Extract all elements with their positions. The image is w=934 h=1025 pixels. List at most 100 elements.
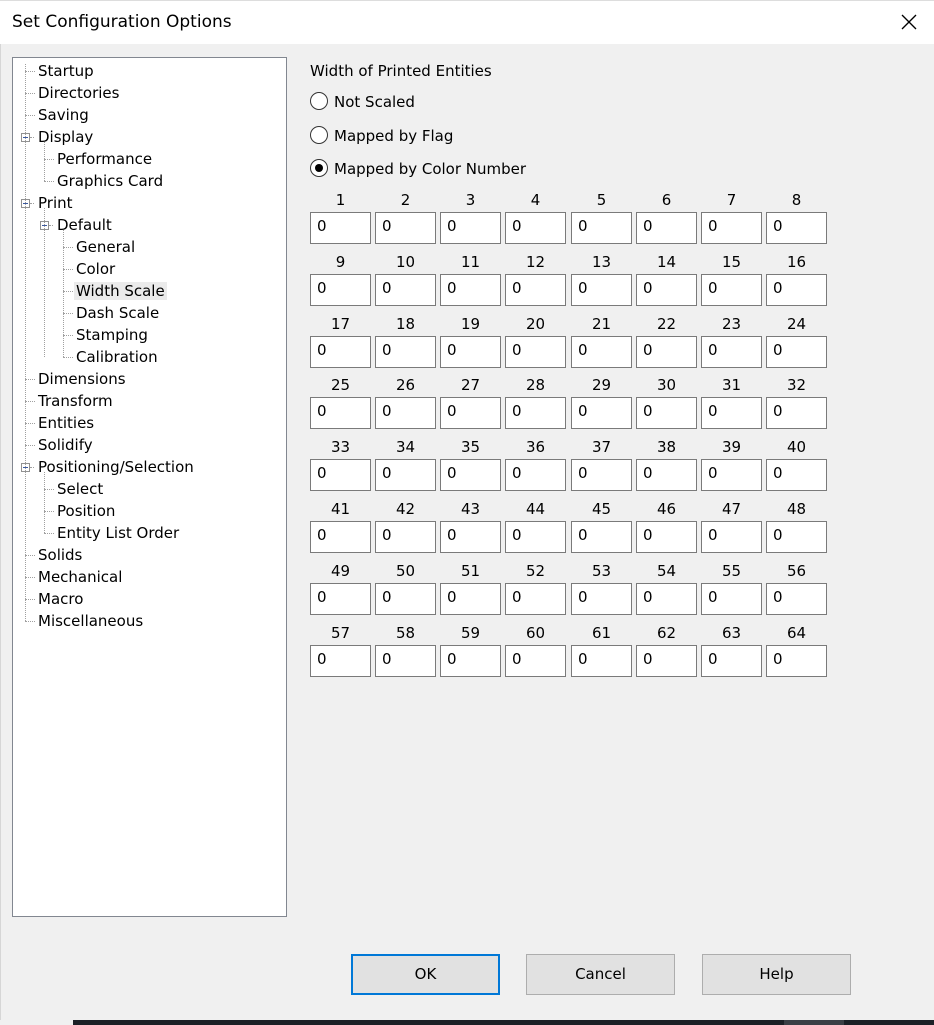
color-width-input-50[interactable]	[375, 582, 436, 615]
color-width-input-10[interactable]	[375, 273, 436, 306]
tree-item-position[interactable]: Position	[55, 500, 117, 522]
color-width-input-34[interactable]	[375, 459, 436, 492]
color-width-input-4[interactable]	[505, 212, 566, 244]
color-width-input-27[interactable]	[440, 397, 501, 430]
color-width-input-44[interactable]	[505, 521, 566, 553]
color-width-input-39[interactable]	[701, 459, 762, 492]
tree-item-startup[interactable]: Startup	[36, 60, 96, 82]
color-width-input-5[interactable]	[571, 212, 632, 244]
tree-item-general[interactable]: General	[74, 236, 137, 258]
tree-item-performance[interactable]: Performance	[55, 148, 154, 170]
color-width-cell: 21	[571, 314, 632, 368]
color-width-input-22[interactable]	[636, 335, 697, 368]
color-width-input-58[interactable]	[375, 644, 436, 677]
color-width-input-31[interactable]	[701, 397, 762, 430]
color-width-input-6[interactable]	[636, 212, 697, 244]
color-width-input-55[interactable]	[701, 582, 762, 615]
radio-checked-icon[interactable]	[310, 159, 328, 177]
color-width-input-21[interactable]	[571, 335, 632, 368]
color-width-input-17[interactable]	[310, 335, 371, 368]
color-width-input-54[interactable]	[636, 582, 697, 615]
color-width-input-38[interactable]	[636, 459, 697, 492]
color-width-input-18[interactable]	[375, 335, 436, 368]
tree-item-positioning-selection[interactable]: Positioning/Selection	[36, 456, 196, 478]
tree-item-saving[interactable]: Saving	[36, 104, 91, 126]
close-icon[interactable]	[898, 11, 920, 33]
ok-button[interactable]: OK	[351, 954, 500, 995]
color-width-input-56[interactable]	[766, 582, 827, 615]
color-width-input-49[interactable]	[310, 582, 371, 615]
color-width-input-12[interactable]	[505, 273, 566, 306]
color-width-input-11[interactable]	[440, 273, 501, 306]
color-width-input-46[interactable]	[636, 521, 697, 553]
color-width-input-37[interactable]	[571, 459, 632, 492]
color-width-input-19[interactable]	[440, 335, 501, 368]
tree-item-print[interactable]: Print	[36, 192, 75, 214]
color-width-input-3[interactable]	[440, 212, 501, 244]
color-width-input-61[interactable]	[571, 644, 632, 677]
color-width-input-32[interactable]	[766, 397, 827, 430]
color-width-input-45[interactable]	[571, 521, 632, 553]
tree-item-transform[interactable]: Transform	[36, 390, 115, 412]
color-width-input-57[interactable]	[310, 644, 371, 677]
color-width-input-24[interactable]	[766, 335, 827, 368]
color-width-input-15[interactable]	[701, 273, 762, 306]
color-width-input-33[interactable]	[310, 459, 371, 492]
color-width-input-53[interactable]	[571, 582, 632, 615]
color-width-input-42[interactable]	[375, 521, 436, 553]
color-width-input-36[interactable]	[505, 459, 566, 492]
radio-unchecked-icon[interactable]	[310, 92, 328, 110]
color-width-input-8[interactable]	[766, 212, 827, 244]
tree-item-stamping[interactable]: Stamping	[74, 324, 150, 346]
tree-item-dash-scale[interactable]: Dash Scale	[74, 302, 161, 324]
color-width-input-52[interactable]	[505, 582, 566, 615]
tree-item-dimensions[interactable]: Dimensions	[36, 368, 128, 390]
color-width-input-30[interactable]	[636, 397, 697, 430]
tree-item-width-scale[interactable]: Width Scale	[74, 280, 167, 302]
color-width-input-64[interactable]	[766, 644, 827, 677]
tree-item-graphics-card[interactable]: Graphics Card	[55, 170, 165, 192]
color-width-input-59[interactable]	[440, 644, 501, 677]
color-width-input-20[interactable]	[505, 335, 566, 368]
color-width-input-9[interactable]	[310, 273, 371, 306]
tree-item-select[interactable]: Select	[55, 478, 105, 500]
tree-item-miscellaneous[interactable]: Miscellaneous	[36, 610, 145, 632]
color-width-input-35[interactable]	[440, 459, 501, 492]
taskbar-item[interactable]	[784, 1020, 844, 1025]
tree-item-directories[interactable]: Directories	[36, 82, 121, 104]
color-width-input-48[interactable]	[766, 521, 827, 553]
color-width-input-7[interactable]	[701, 212, 762, 244]
options-tree[interactable]: Startup Directories Saving Display Performan…	[12, 57, 287, 917]
tree-item-macro[interactable]: Macro	[36, 588, 85, 610]
color-width-input-63[interactable]	[701, 644, 762, 677]
color-width-input-13[interactable]	[571, 273, 632, 306]
radio-unchecked-icon[interactable]	[310, 126, 328, 144]
cancel-button[interactable]: Cancel	[526, 954, 675, 995]
color-width-input-60[interactable]	[505, 644, 566, 677]
tree-item-color[interactable]: Color	[74, 258, 117, 280]
color-width-input-29[interactable]	[571, 397, 632, 430]
tree-item-solids[interactable]: Solids	[36, 544, 84, 566]
color-width-input-25[interactable]	[310, 397, 371, 430]
color-width-input-47[interactable]	[701, 521, 762, 553]
color-width-input-16[interactable]	[766, 273, 827, 306]
help-button[interactable]: Help	[702, 954, 851, 995]
tree-item-entities[interactable]: Entities	[36, 412, 96, 434]
color-width-input-26[interactable]	[375, 397, 436, 430]
color-width-cell: 11	[440, 252, 501, 306]
color-width-input-43[interactable]	[440, 521, 501, 553]
color-width-input-40[interactable]	[766, 459, 827, 492]
color-width-input-14[interactable]	[636, 273, 697, 306]
tree-item-solidify[interactable]: Solidify	[36, 434, 95, 456]
color-width-input-62[interactable]	[636, 644, 697, 677]
tree-item-mechanical[interactable]: Mechanical	[36, 566, 124, 588]
color-width-input-2[interactable]	[375, 212, 436, 244]
color-width-input-1[interactable]	[310, 212, 371, 244]
color-width-input-23[interactable]	[701, 335, 762, 368]
color-width-input-41[interactable]	[310, 521, 371, 553]
tree-item-entity-list-order[interactable]: Entity List Order	[55, 522, 181, 544]
color-number-label: 53	[591, 561, 612, 580]
tree-item-calibration[interactable]: Calibration	[74, 346, 160, 368]
color-width-input-51[interactable]	[440, 582, 501, 615]
color-width-input-28[interactable]	[505, 397, 566, 430]
